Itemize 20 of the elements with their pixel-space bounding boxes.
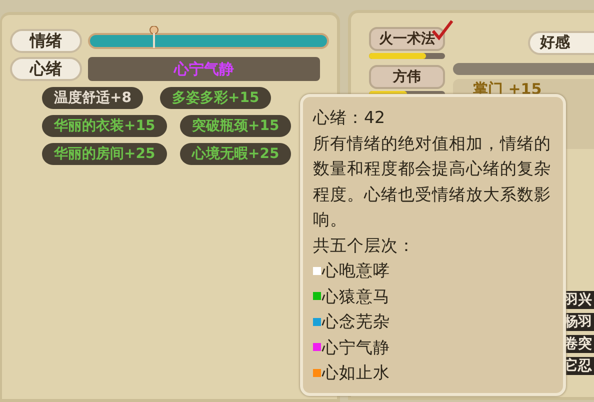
level-name: 心念芜杂 (322, 311, 390, 333)
emotion-tag: 突破瓶颈+15 (180, 115, 292, 137)
character-tab[interactable]: 火一术法 (369, 27, 445, 51)
emotion-tag: 温度舒适+8 (42, 87, 144, 109)
levels-heading: 共五个层次： (313, 234, 416, 256)
tooltip-description: 所有情绪的绝对值相加，情绪的数量和程度都会提高心绪的复杂程度。心绪也受情绪放大系数影响。 (313, 132, 552, 231)
level-name: 心宁气静 (322, 336, 390, 358)
mood-field: 心宁气静 (88, 57, 320, 81)
tooltip-title: 心绪：42 (313, 107, 386, 129)
mood-label: 心绪 (10, 57, 82, 81)
emotion-tag: 华丽的房间+25 (42, 143, 168, 165)
level-name: 心如止水 (322, 362, 390, 384)
emotion-tag: 心境无暇+25 (180, 143, 292, 165)
character-tab[interactable]: 方伟 (369, 65, 445, 89)
favor-label: 好感 (528, 31, 594, 55)
emotion-tag: 华丽的衣装+15 (42, 115, 168, 137)
level-name: 心咆意哮 (322, 260, 390, 282)
emotion-label: 情绪 (10, 29, 82, 53)
emotion-tag: 多姿多彩+15 (160, 87, 272, 109)
level-name: 心猿意马 (322, 286, 390, 308)
